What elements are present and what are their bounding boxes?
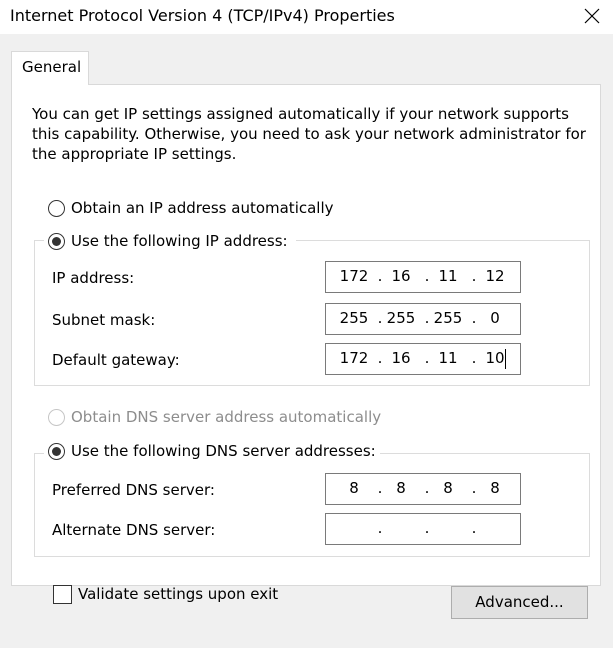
tab-general[interactable]: General (11, 51, 89, 85)
ip-auto-label[interactable]: Obtain an IP address automatically (71, 199, 334, 217)
tab-general-label: General (22, 58, 82, 76)
alternate-dns-label: Alternate DNS server: (52, 521, 216, 539)
ip-address-octet-2: 16 (391, 267, 411, 285)
preferred-dns-octet-2: 8 (396, 479, 406, 497)
validate-label[interactable]: Validate settings upon exit (78, 585, 278, 603)
ip-manual-label[interactable]: Use the following IP address: (71, 232, 288, 250)
ip-address-label: IP address: (52, 269, 135, 287)
dns-auto-radio (48, 409, 65, 426)
subnet-mask-label: Subnet mask: (52, 311, 156, 329)
ip-address-octet-1: 172 (339, 267, 369, 285)
default-gateway-octet-4: 10 (485, 349, 505, 367)
ip-address-octet-4: 12 (485, 267, 505, 285)
ip-manual-radio[interactable] (48, 233, 65, 250)
preferred-dns-octet-4: 8 (490, 479, 500, 497)
subnet-mask-octet-2: 255 (386, 309, 416, 327)
subnet-mask-octet-3: 255 (433, 309, 463, 327)
octet-separator: . (424, 519, 430, 537)
octet-separator: . (377, 519, 383, 537)
subnet-mask-octet-1: 255 (339, 309, 369, 327)
description-text: You can get IP settings assigned automat… (32, 105, 586, 163)
ip-address-field[interactable]: 172 . 16 . 11 . 12 (325, 261, 521, 293)
default-gateway-field[interactable]: 172 . 16 . 11 . 10 (325, 343, 521, 375)
ip-auto-radio[interactable] (48, 200, 65, 217)
default-gateway-octet-2: 16 (391, 349, 411, 367)
text-caret (505, 349, 506, 369)
title-bar: Internet Protocol Version 4 (TCP/IPv4) P… (0, 0, 613, 34)
dns-manual-radio[interactable] (48, 443, 65, 460)
advanced-button-label: Advanced... (475, 593, 564, 611)
alternate-dns-field[interactable]: . . . (325, 513, 521, 545)
advanced-button[interactable]: Advanced... (451, 586, 588, 619)
octet-separator: . (471, 519, 477, 537)
preferred-dns-octet-3: 8 (443, 479, 453, 497)
subnet-mask-field[interactable]: 255 . 255 . 255 . 0 (325, 303, 521, 335)
default-gateway-label: Default gateway: (52, 351, 180, 369)
close-icon (584, 8, 600, 24)
preferred-dns-field[interactable]: 8 . 8 . 8 . 8 (325, 473, 521, 505)
default-gateway-octet-3: 11 (438, 349, 458, 367)
dns-auto-label: Obtain DNS server address automatically (71, 408, 382, 426)
dns-manual-label[interactable]: Use the following DNS server addresses: (71, 442, 376, 460)
preferred-dns-octet-1: 8 (349, 479, 359, 497)
preferred-dns-label: Preferred DNS server: (52, 481, 215, 499)
ip-address-octet-3: 11 (438, 267, 458, 285)
subnet-mask-octet-4: 0 (490, 309, 500, 327)
close-button[interactable] (572, 1, 612, 31)
window-title: Internet Protocol Version 4 (TCP/IPv4) P… (10, 6, 395, 25)
validate-checkbox[interactable] (53, 585, 72, 604)
default-gateway-octet-1: 172 (339, 349, 369, 367)
